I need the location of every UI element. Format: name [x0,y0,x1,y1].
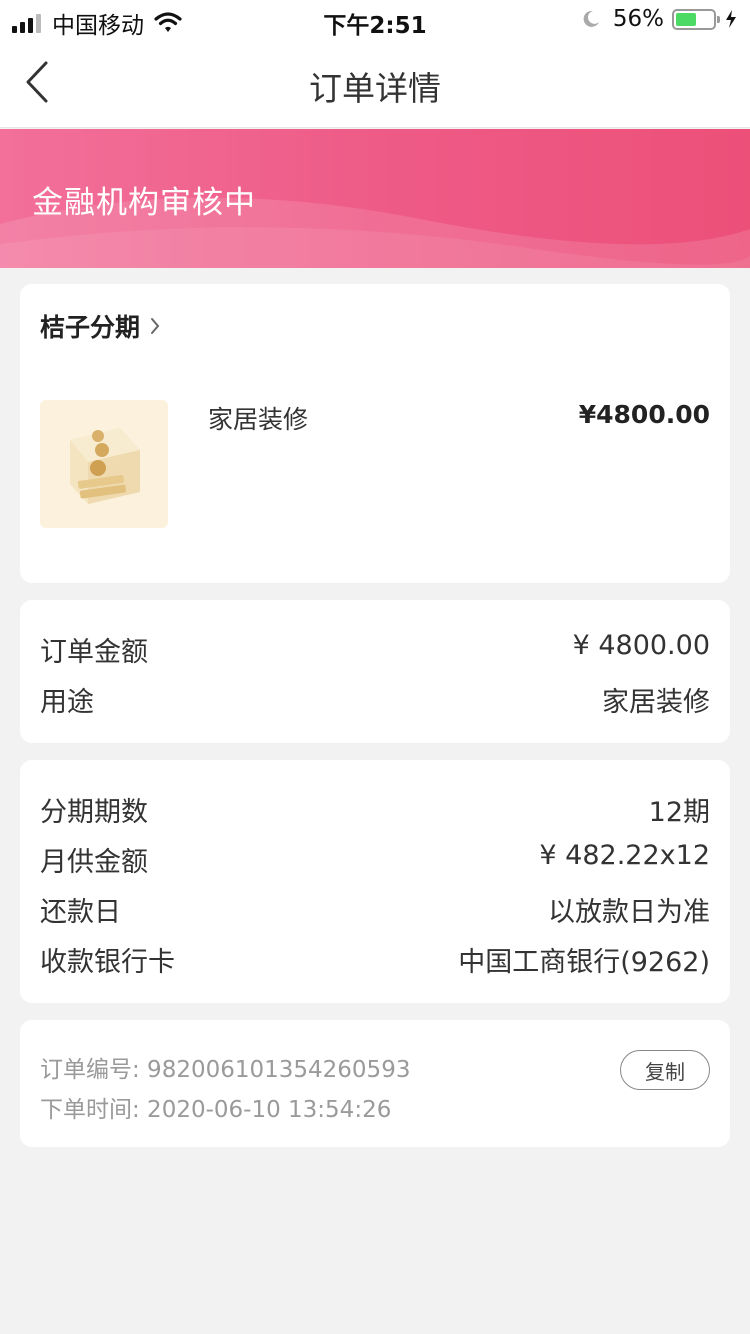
coin-box-icon [40,400,168,528]
copy-button[interactable]: 复制 [620,1050,710,1090]
info-row-amount: 订单金额 ¥ 4800.00 [40,630,710,670]
battery-icon [672,8,720,30]
info-row-monthly-payment: 月供金额 ¥ 482.22x12 [40,840,710,880]
order-time: 下单时间: 2020-06-10 13:54:26 [40,1097,392,1123]
navigation-bar: 订单详情 [0,40,750,128]
info-value: 以放款日为准 [548,897,710,928]
battery-percent: 56% [612,6,664,32]
info-value: 家居装修 [602,687,710,718]
info-row-purpose: 用途 家居装修 [40,680,710,720]
moon-icon [583,10,599,27]
merchant-link[interactable]: 桔子分期 [40,308,160,344]
info-label: 收款银行卡 [40,947,175,978]
info-value: 12期 [648,797,710,828]
info-label: 月供金额 [40,847,148,878]
application-status: 金融机构审核中 [32,185,256,221]
info-value: ¥ 4800.00 [572,630,710,661]
product-price: ¥4800.00 [578,400,710,429]
info-value: ¥ 482.22x12 [539,840,710,871]
status-banner: 金融机构审核中 [0,129,750,268]
info-row-repayment-day: 还款日 以放款日为准 [40,890,710,930]
status-right: 56% [581,6,738,32]
info-label: 还款日 [40,897,121,928]
info-label: 用途 [40,687,94,718]
battery-fill [676,12,697,26]
info-label: 订单金额 [40,637,148,668]
product-card: 桔子分期 家居装修 ¥4800.00 [20,284,730,583]
chevron-right-icon [151,318,160,334]
order-meta-card: 订单编号: 982006101354260593 下单时间: 2020-06-1… [20,1020,730,1147]
info-label: 分期期数 [40,797,148,828]
installment-card: 分期期数 12期 月供金额 ¥ 482.22x12 还款日 以放款日为准 收款银… [20,760,730,1003]
product-name: 家居装修 [208,405,309,434]
status-bar: 中国移动 下午2:51 56% [0,0,750,40]
page-title: 订单详情 [309,69,441,108]
charging-bolt-icon [726,10,736,28]
order-info-card: 订单金额 ¥ 4800.00 用途 家居装修 [20,600,730,743]
info-row-bank-card: 收款银行卡 中国工商银行(9262) [40,940,710,980]
info-value: 中国工商银行(9262) [458,947,710,978]
info-row-periods: 分期期数 12期 [40,790,710,830]
order-number: 订单编号: 982006101354260593 [40,1057,411,1083]
merchant-name: 桔子分期 [40,313,141,342]
